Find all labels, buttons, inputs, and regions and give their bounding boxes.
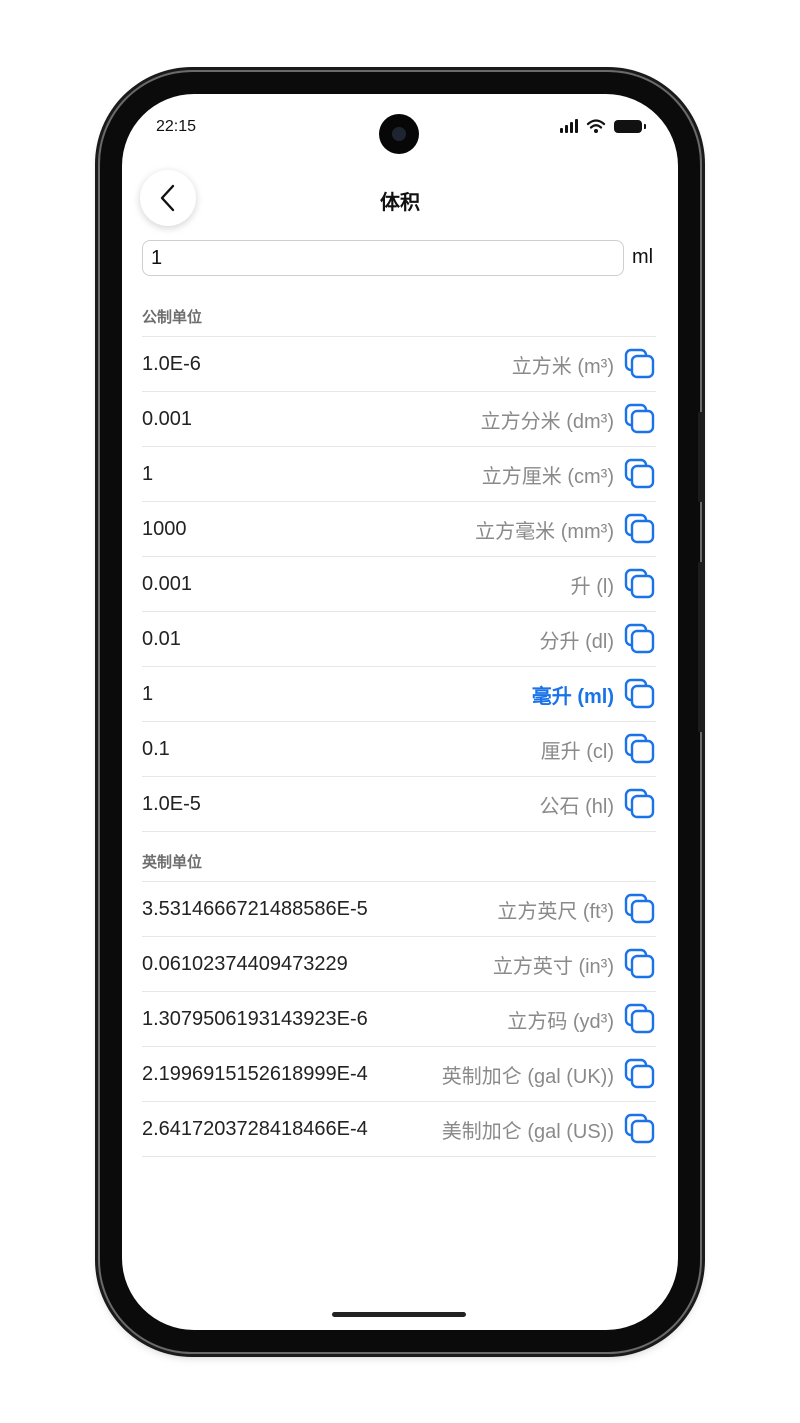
metric-section: 公制单位 1.0E-6 立方米 (m³) 0.001 立方分米 (dm³) 1 … bbox=[142, 306, 656, 832]
unit-row-dm3[interactable]: 0.001 立方分米 (dm³) bbox=[142, 391, 656, 446]
unit-value: 3.5314666721488586E-5 bbox=[142, 897, 368, 920]
unit-value: 1 bbox=[142, 462, 154, 485]
copy-icon[interactable] bbox=[624, 403, 656, 435]
copy-icon[interactable] bbox=[624, 1113, 656, 1145]
unit-value: 1000 bbox=[142, 517, 187, 540]
unit-row-cl[interactable]: 0.1 厘升 (cl) bbox=[142, 721, 656, 776]
unit-label: 立方厘米 (cm³) bbox=[481, 465, 614, 488]
copy-icon[interactable] bbox=[624, 733, 656, 765]
page-title: 体积 bbox=[380, 192, 420, 214]
unit-value: 0.001 bbox=[142, 572, 193, 595]
unit-row-ft3[interactable]: 3.5314666721488586E-5 立方英尺 (ft³) bbox=[142, 881, 656, 936]
unit-row-in3[interactable]: 0.06102374409473229 立方英寸 (in³) bbox=[142, 936, 656, 991]
unit-row-mm3[interactable]: 1000 立方毫米 (mm³) bbox=[142, 501, 656, 556]
section-title-metric: 公制单位 bbox=[142, 309, 203, 326]
status-time: 22:15 bbox=[156, 118, 197, 135]
unit-label: 立方分米 (dm³) bbox=[480, 410, 614, 433]
unit-label: 立方英尺 (ft³) bbox=[497, 900, 614, 923]
section-title-imperial: 英制单位 bbox=[142, 854, 203, 871]
copy-icon[interactable] bbox=[624, 1058, 656, 1090]
power-button bbox=[698, 562, 704, 732]
unit-row-ml[interactable]: 1 毫升 (ml) bbox=[142, 666, 656, 721]
battery-icon bbox=[614, 119, 646, 133]
volume-button bbox=[698, 412, 704, 502]
unit-row-cm3[interactable]: 1 立方厘米 (cm³) bbox=[142, 446, 656, 501]
unit-label: 厘升 (cl) bbox=[540, 740, 614, 763]
copy-icon[interactable] bbox=[624, 893, 656, 925]
wifi-icon bbox=[586, 119, 606, 133]
copy-icon[interactable] bbox=[624, 788, 656, 820]
copy-icon[interactable] bbox=[624, 678, 656, 710]
metric-list: 1.0E-6 立方米 (m³) 0.001 立方分米 (dm³) 1 立方厘米 … bbox=[142, 336, 656, 832]
unit-label: 公石 (hl) bbox=[539, 795, 614, 818]
copy-icon[interactable] bbox=[624, 623, 656, 655]
unit-value: 0.06102374409473229 bbox=[142, 952, 348, 975]
unit-label: 立方英寸 (in³) bbox=[492, 955, 614, 978]
unit-row-dl[interactable]: 0.01 分升 (dl) bbox=[142, 611, 656, 666]
unit-value: 1.0E-5 bbox=[142, 792, 201, 815]
unit-label: 英制加仑 (gal (UK)) bbox=[441, 1065, 614, 1088]
unit-value: 0.001 bbox=[142, 407, 193, 430]
unit-value: 1.3079506193143923E-6 bbox=[142, 1007, 368, 1030]
unit-label: 分升 (dl) bbox=[539, 630, 614, 653]
unit-row-hl[interactable]: 1.0E-5 公石 (hl) bbox=[142, 776, 656, 832]
home-indicator[interactable] bbox=[332, 1312, 466, 1317]
unit-value: 2.1996915152618999E-4 bbox=[142, 1062, 368, 1085]
unit-label: 美制加仑 (gal (US)) bbox=[441, 1120, 614, 1143]
value-input[interactable]: 1 bbox=[142, 240, 624, 276]
unit-value: 0.1 bbox=[142, 737, 170, 760]
imperial-list: 3.5314666721488586E-5 立方英尺 (ft³) 0.06102… bbox=[142, 881, 656, 1157]
copy-icon[interactable] bbox=[624, 513, 656, 545]
unit-value: 0.01 bbox=[142, 627, 181, 650]
unit-value: 1 bbox=[142, 682, 154, 705]
imperial-section: 英制单位 3.5314666721488586E-5 立方英尺 (ft³) 0.… bbox=[142, 851, 656, 1157]
unit-label: 立方米 (m³) bbox=[511, 355, 614, 378]
unit-row-gal-uk[interactable]: 2.1996915152618999E-4 英制加仑 (gal (UK)) bbox=[142, 1046, 656, 1101]
signal-icon bbox=[560, 119, 578, 133]
unit-row-gal-us[interactable]: 2.6417203728418466E-4 美制加仑 (gal (US)) bbox=[142, 1101, 656, 1157]
unit-row-m3[interactable]: 1.0E-6 立方米 (m³) bbox=[142, 336, 656, 391]
front-camera bbox=[379, 114, 419, 154]
copy-icon[interactable] bbox=[624, 948, 656, 980]
unit-label-selected: 毫升 (ml) bbox=[531, 685, 614, 708]
status-icons bbox=[560, 118, 646, 134]
unit-row-l[interactable]: 0.001 升 (l) bbox=[142, 556, 656, 611]
unit-label: 升 (l) bbox=[570, 575, 614, 598]
unit-row-yd3[interactable]: 1.3079506193143923E-6 立方码 (yd³) bbox=[142, 991, 656, 1046]
unit-label: 立方毫米 (mm³) bbox=[475, 520, 614, 543]
copy-icon[interactable] bbox=[624, 568, 656, 600]
input-unit-label: ml bbox=[632, 246, 654, 268]
copy-icon[interactable] bbox=[624, 458, 656, 490]
screen: 22:15 体积 1 ml 公制单位 1.0E-6 立方米 (m³) 0.001… bbox=[122, 94, 678, 1330]
unit-value: 2.6417203728418466E-4 bbox=[142, 1117, 368, 1140]
unit-label: 立方码 (yd³) bbox=[507, 1010, 614, 1033]
copy-icon[interactable] bbox=[624, 348, 656, 380]
unit-value: 1.0E-6 bbox=[142, 352, 201, 375]
copy-icon[interactable] bbox=[624, 1003, 656, 1035]
